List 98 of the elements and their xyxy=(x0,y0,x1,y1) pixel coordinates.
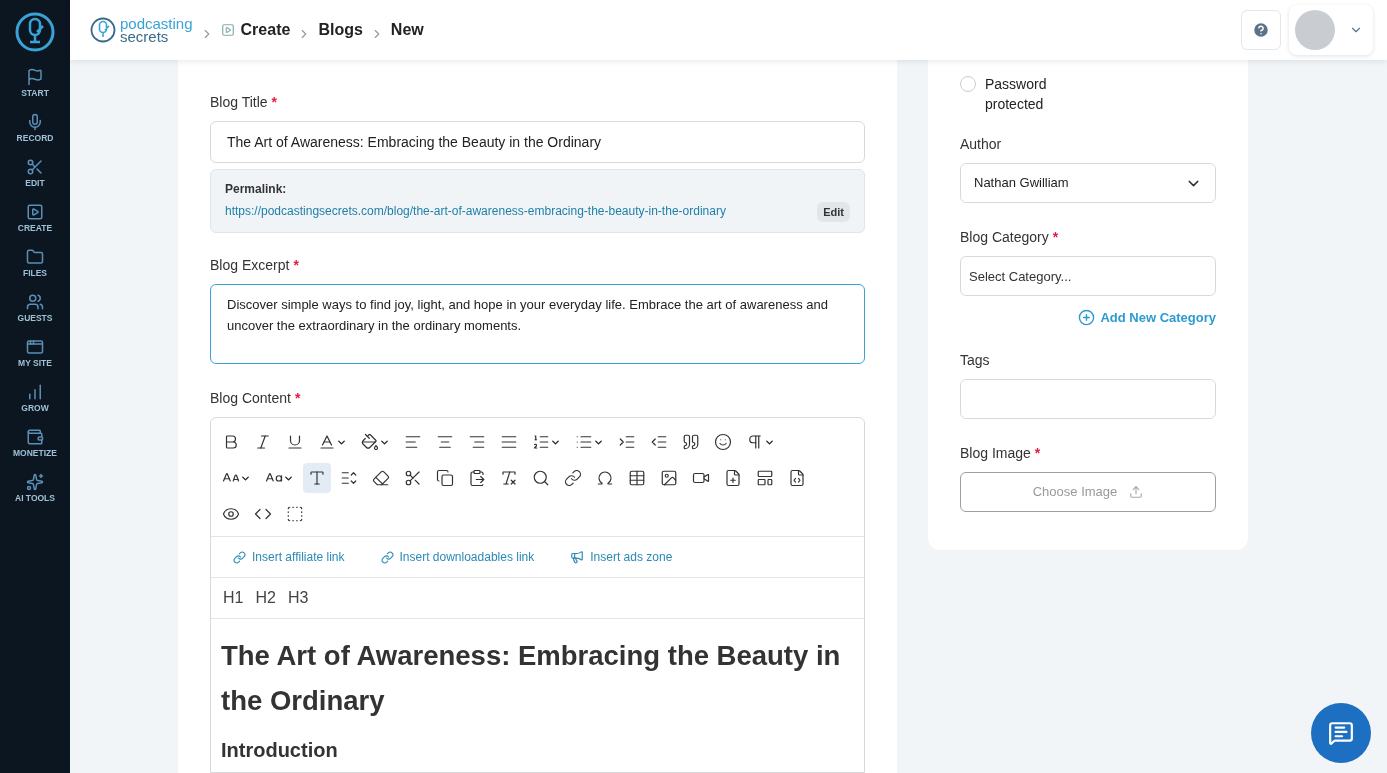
folder-icon xyxy=(26,248,44,266)
play-square-icon xyxy=(220,23,235,37)
brand-logo[interactable]: podcasting secrets xyxy=(90,17,193,43)
sidebar-item[interactable]: MONETIZE xyxy=(0,428,70,473)
sidebar-item[interactable]: START xyxy=(0,68,70,113)
image-icon xyxy=(660,469,678,487)
line-height-icon xyxy=(340,469,358,487)
search-icon xyxy=(532,469,550,487)
permalink-url[interactable]: https://podcastingsecrets.com/blog/the-art-of-awareness-embracing-the-beauty-in-the-ordinary xyxy=(225,204,726,218)
flag-icon xyxy=(26,68,44,86)
insert-link-button[interactable]: Insert ads zone xyxy=(570,548,673,566)
outdent-icon xyxy=(650,433,668,451)
eraser-icon xyxy=(372,469,390,487)
smiley-icon xyxy=(714,433,732,451)
link-icon xyxy=(233,550,246,564)
sparkle-icon xyxy=(26,473,44,491)
heading-button[interactable]: H2 xyxy=(255,586,276,610)
scissors-icon xyxy=(404,469,422,487)
content-heading: The Art of Awareness: Embracing the Beauty in the Ordinary xyxy=(221,639,842,718)
sidebar-item[interactable]: CREATE xyxy=(0,203,70,248)
sidebar-item[interactable]: EDIT xyxy=(0,158,70,203)
browser-window-icon xyxy=(26,338,44,356)
sidebar-item[interactable]: MY SITE xyxy=(0,338,70,383)
code-file-icon xyxy=(788,469,806,487)
underline-icon xyxy=(286,433,304,451)
bar-chart-icon xyxy=(26,383,44,401)
eye-icon xyxy=(222,505,240,523)
heading-button[interactable]: H3 xyxy=(287,586,309,610)
scissors-icon xyxy=(26,158,44,176)
field-label: Blog Image xyxy=(960,443,1031,463)
field-label: Tags xyxy=(960,350,990,370)
avatar-placeholder xyxy=(1295,10,1335,50)
people-icon xyxy=(26,293,44,311)
link-icon xyxy=(380,550,394,564)
align-left-icon xyxy=(404,433,422,451)
italic-icon xyxy=(254,433,272,451)
required-mark: * xyxy=(294,389,301,408)
microphone-icon xyxy=(26,113,44,131)
help-button[interactable] xyxy=(1241,10,1281,50)
content-subheading: Introduction xyxy=(221,738,339,763)
logo-icon xyxy=(15,12,55,52)
pilcrow-icon xyxy=(746,433,764,451)
layout-icon xyxy=(756,469,774,487)
paint-bucket-icon xyxy=(361,433,379,451)
quote-icon xyxy=(682,433,700,451)
clear-format-icon xyxy=(500,469,518,487)
plus-circle-icon xyxy=(1078,309,1096,327)
chat-icon xyxy=(1328,720,1354,746)
align-justify-icon xyxy=(500,433,518,451)
required-mark: * xyxy=(1052,228,1059,247)
text-color-icon xyxy=(318,433,336,451)
field-label: Blog Excerpt xyxy=(210,256,290,275)
insert-link-button[interactable]: Insert downloadables link xyxy=(380,548,535,566)
align-center-icon xyxy=(436,433,454,451)
required-mark: * xyxy=(293,256,299,275)
wallet-icon xyxy=(26,428,44,446)
copy-icon xyxy=(436,469,454,487)
table-icon xyxy=(628,469,646,487)
help-icon xyxy=(1252,21,1270,39)
select-all-icon xyxy=(286,505,304,523)
link-icon xyxy=(564,469,582,487)
upload-icon xyxy=(1129,484,1144,499)
clipboard-icon xyxy=(468,469,486,487)
sidebar-item[interactable]: GROW xyxy=(0,383,70,428)
bullet-list-icon xyxy=(575,433,593,451)
sidebar-item[interactable]: RECORD xyxy=(0,113,70,158)
field-label: Blog Title xyxy=(210,93,268,112)
play-square-icon xyxy=(26,203,44,221)
numbered-list-icon xyxy=(532,433,550,451)
edit-permalink-button[interactable]: Edit xyxy=(817,201,850,222)
radio-label: Password protected xyxy=(985,75,1048,114)
breadcrumb-link[interactable]: Blogs xyxy=(318,18,363,42)
logo-icon xyxy=(90,17,116,43)
insert-link-button[interactable]: Insert affiliate link xyxy=(233,548,345,566)
sidebar-item[interactable]: AI TOOLS xyxy=(0,473,70,518)
title-field[interactable]: The Art of Awareness: Embracing the Beauty in the Ordinary xyxy=(210,121,865,163)
chat-button[interactable] xyxy=(1311,703,1371,763)
permalink-label: Permalink: xyxy=(225,181,288,198)
sidebar-item[interactable]: FILES xyxy=(0,248,70,293)
megaphone-icon xyxy=(570,550,585,564)
sidebar-item[interactable]: GUESTS xyxy=(0,293,70,338)
field-label: Blog Category xyxy=(960,228,1049,247)
omega-icon xyxy=(596,469,614,487)
indent-icon xyxy=(618,433,636,451)
add-text-icon xyxy=(308,469,326,487)
breadcrumb-link[interactable]: New xyxy=(390,18,424,42)
field-label: Author xyxy=(960,135,1002,154)
breadcrumb-link[interactable]: Create xyxy=(240,18,291,42)
category-field[interactable]: Select Category... xyxy=(960,256,1216,296)
align-right-icon xyxy=(468,433,486,451)
field-label: Blog Content xyxy=(210,389,291,408)
required-mark: * xyxy=(1034,443,1041,463)
author-dropdown[interactable]: Nathan Gwilliam xyxy=(960,163,1216,203)
excerpt-field[interactable]: Discover simple ways to find joy, light, and hope in your everyday life. Embrace the art of awareness and uncover the extraordinary in the ordinary moments. xyxy=(210,284,865,364)
file-plus-icon xyxy=(724,469,742,487)
heading-button[interactable]: H1 xyxy=(223,586,244,610)
tags-field[interactable] xyxy=(960,378,1216,419)
required-mark: * xyxy=(271,93,278,112)
